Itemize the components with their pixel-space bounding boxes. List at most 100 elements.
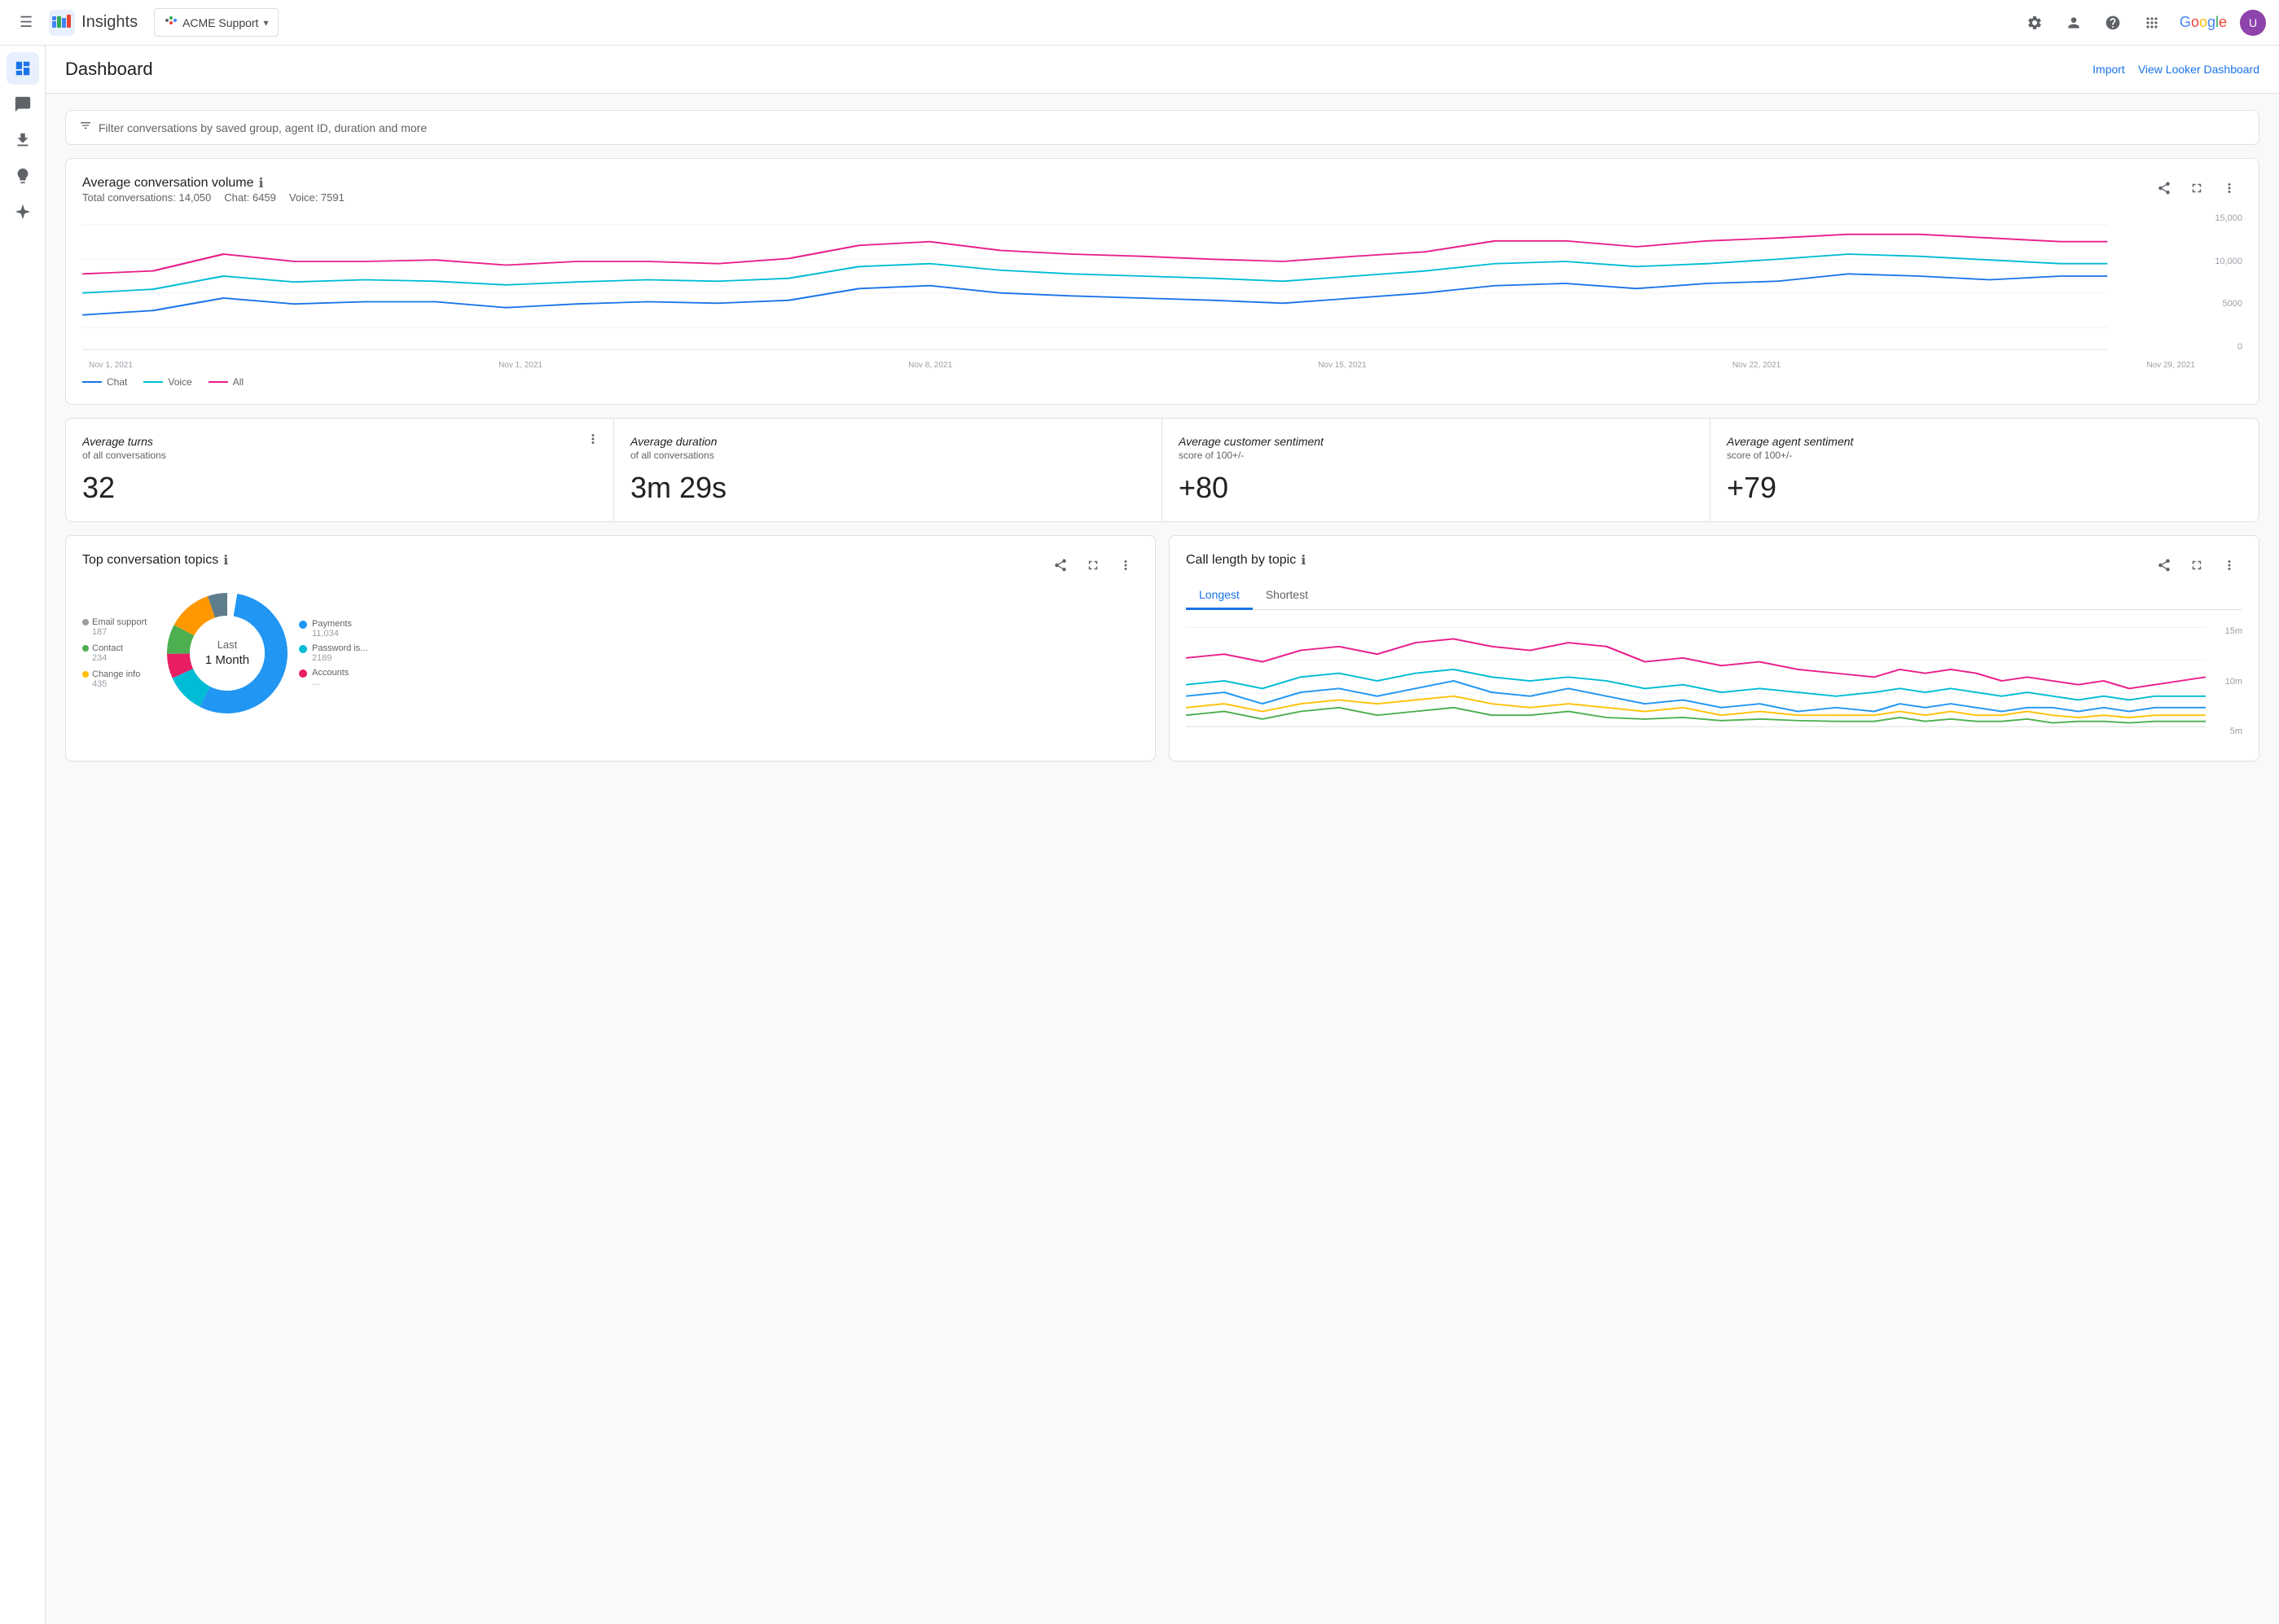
donut-right-legend: Payments 11,034 Password is... 2189 xyxy=(299,619,372,687)
workspace-selector[interactable]: ACME Support ▾ xyxy=(154,8,279,37)
metric-agent-sentiment: Average agent sentiment score of 100+/- … xyxy=(1710,419,2259,521)
chart-legend: Chat Voice All xyxy=(82,376,2242,388)
call-length-title: Call length by topic ℹ xyxy=(1186,552,1306,568)
metric-duration-sublabel: of all conversations xyxy=(630,450,1145,461)
svg-text:U: U xyxy=(2249,16,2257,29)
user-avatar[interactable]: U xyxy=(2240,10,2266,36)
topics-card-actions xyxy=(1047,552,1139,578)
donut-svg: Last 1 Month xyxy=(162,588,292,718)
call-length-chart-svg xyxy=(1186,620,2206,742)
avg-volume-card: Average conversation volume ℹ Total conv… xyxy=(65,158,2259,405)
topics-info-icon[interactable]: ℹ xyxy=(223,552,228,568)
page-title: Dashboard xyxy=(65,59,153,80)
workspace-dropdown-icon: ▾ xyxy=(263,17,268,29)
contact-dot xyxy=(82,645,89,652)
app-logo[interactable]: Insights xyxy=(49,10,138,36)
avg-volume-title-area: Average conversation volume ℹ Total conv… xyxy=(82,175,345,207)
avg-volume-chart-svg xyxy=(82,210,2202,357)
metric-cust-sentiment-label: Average customer sentiment xyxy=(1179,435,1693,448)
donut-label-contact: Contact 234 xyxy=(82,643,156,663)
metric-turns-value: 32 xyxy=(82,471,597,505)
metric-agent-sentiment-sublabel: score of 100+/- xyxy=(1727,450,2242,461)
topics-more-button[interactable] xyxy=(1113,552,1139,578)
avg-volume-card-actions xyxy=(2151,175,2242,201)
view-looker-link[interactable]: View Looker Dashboard xyxy=(2138,63,2259,76)
content-area: Filter conversations by saved group, age… xyxy=(46,94,2279,791)
call-length-tabs: Longest Shortest xyxy=(1186,582,2242,610)
tab-longest[interactable]: Longest xyxy=(1186,582,1253,610)
email-dot xyxy=(82,619,89,625)
workspace-name: ACME Support xyxy=(182,16,258,29)
y-axis-labels: 15,000 10,000 5000 0 xyxy=(2202,210,2242,370)
avg-volume-info-icon[interactable]: ℹ xyxy=(259,175,264,191)
call-length-expand-button[interactable] xyxy=(2184,552,2210,578)
tab-shortest[interactable]: Shortest xyxy=(1253,582,1321,610)
sidebar-item-dashboard[interactable] xyxy=(7,52,39,85)
call-length-card: Call length by topic ℹ xyxy=(1169,535,2259,762)
sidebar-item-lightbulb[interactable] xyxy=(7,160,39,192)
legend-voice: Voice xyxy=(143,376,191,388)
legend-chat-line xyxy=(82,381,102,383)
sidebar xyxy=(0,46,46,1624)
legend-password: Password is... 2189 xyxy=(299,643,372,663)
legend-all: All xyxy=(209,376,244,388)
import-link[interactable]: Import xyxy=(2092,63,2125,76)
topics-card-header: Top conversation topics ℹ xyxy=(82,552,1139,578)
apps-icon-button[interactable] xyxy=(2137,8,2167,37)
legend-all-line xyxy=(209,381,228,383)
call-length-chart-wrapper: 15m 10m 5m xyxy=(1186,620,2242,744)
topics-share-button[interactable] xyxy=(1047,552,1074,578)
legend-payments: Payments 11,034 xyxy=(299,619,372,639)
metric-cust-sentiment-sublabel: score of 100+/- xyxy=(1179,450,1693,461)
hamburger-icon[interactable]: ☰ xyxy=(13,7,39,37)
app-title: Insights xyxy=(81,13,138,32)
legend-voice-line xyxy=(143,381,163,383)
metric-duration-label: Average duration xyxy=(630,435,1145,448)
metrics-row: Average turns of all conversations 32 Av… xyxy=(65,418,2259,522)
call-length-y-axis: 15m 10m 5m xyxy=(2206,620,2242,744)
metric-cust-sentiment-value: +80 xyxy=(1179,471,1693,505)
legend-chat: Chat xyxy=(82,376,127,388)
filter-icon xyxy=(79,119,92,136)
avg-volume-stats: Total conversations: 14,050 Chat: 6459 V… xyxy=(82,191,345,204)
workspace-dots-icon xyxy=(165,14,178,31)
x-axis-labels: Nov 1, 2021 Nov 1, 2021 Nov 8, 2021 Nov … xyxy=(82,361,2202,370)
topics-expand-button[interactable] xyxy=(1080,552,1106,578)
avg-volume-chart-area: Nov 1, 2021 Nov 1, 2021 Nov 8, 2021 Nov … xyxy=(82,210,2202,370)
metric-turns-more[interactable] xyxy=(586,432,600,450)
help-icon-button[interactable] xyxy=(2098,8,2128,37)
metric-agent-sentiment-label: Average agent sentiment xyxy=(1727,435,2242,448)
person-icon-button[interactable] xyxy=(2059,8,2088,37)
svg-text:Last: Last xyxy=(217,639,238,651)
topics-title: Top conversation topics ℹ xyxy=(82,552,228,568)
share-button[interactable] xyxy=(2151,175,2177,201)
google-logo: Google xyxy=(2180,14,2227,31)
payments-dot xyxy=(299,621,307,629)
donut-label-change-info: Change info 435 xyxy=(82,669,156,689)
sidebar-item-conversations[interactable] xyxy=(7,88,39,121)
header-actions: Import View Looker Dashboard xyxy=(2092,63,2259,76)
metric-customer-sentiment: Average customer sentiment score of 100+… xyxy=(1162,419,1710,521)
call-length-info-icon[interactable]: ℹ xyxy=(1301,552,1306,568)
svg-text:1 Month: 1 Month xyxy=(205,653,249,667)
metric-avg-turns: Average turns of all conversations 32 xyxy=(66,419,614,521)
call-length-card-actions xyxy=(2151,552,2242,578)
avg-volume-chart-wrapper: Nov 1, 2021 Nov 1, 2021 Nov 8, 2021 Nov … xyxy=(82,210,2242,370)
call-length-more-button[interactable] xyxy=(2216,552,2242,578)
donut-chart: Last 1 Month xyxy=(162,588,292,718)
more-options-button[interactable] xyxy=(2216,175,2242,201)
filter-bar[interactable]: Filter conversations by saved group, age… xyxy=(65,110,2259,145)
topics-card: Top conversation topics ℹ xyxy=(65,535,1156,762)
sidebar-item-upload[interactable] xyxy=(7,124,39,156)
main-content: Dashboard Import View Looker Dashboard F… xyxy=(46,46,2279,1624)
page-header: Dashboard Import View Looker Dashboard xyxy=(46,46,2279,94)
settings-button[interactable] xyxy=(2020,8,2049,37)
avg-volume-title: Average conversation volume ℹ xyxy=(82,175,345,191)
change-info-dot xyxy=(82,671,89,678)
donut-area: Email support 187 Contact 234 xyxy=(82,588,1139,718)
call-length-share-button[interactable] xyxy=(2151,552,2177,578)
sidebar-item-sparkle[interactable] xyxy=(7,195,39,228)
expand-button[interactable] xyxy=(2184,175,2210,201)
password-dot xyxy=(299,645,307,653)
avg-volume-card-header: Average conversation volume ℹ Total conv… xyxy=(82,175,2242,207)
